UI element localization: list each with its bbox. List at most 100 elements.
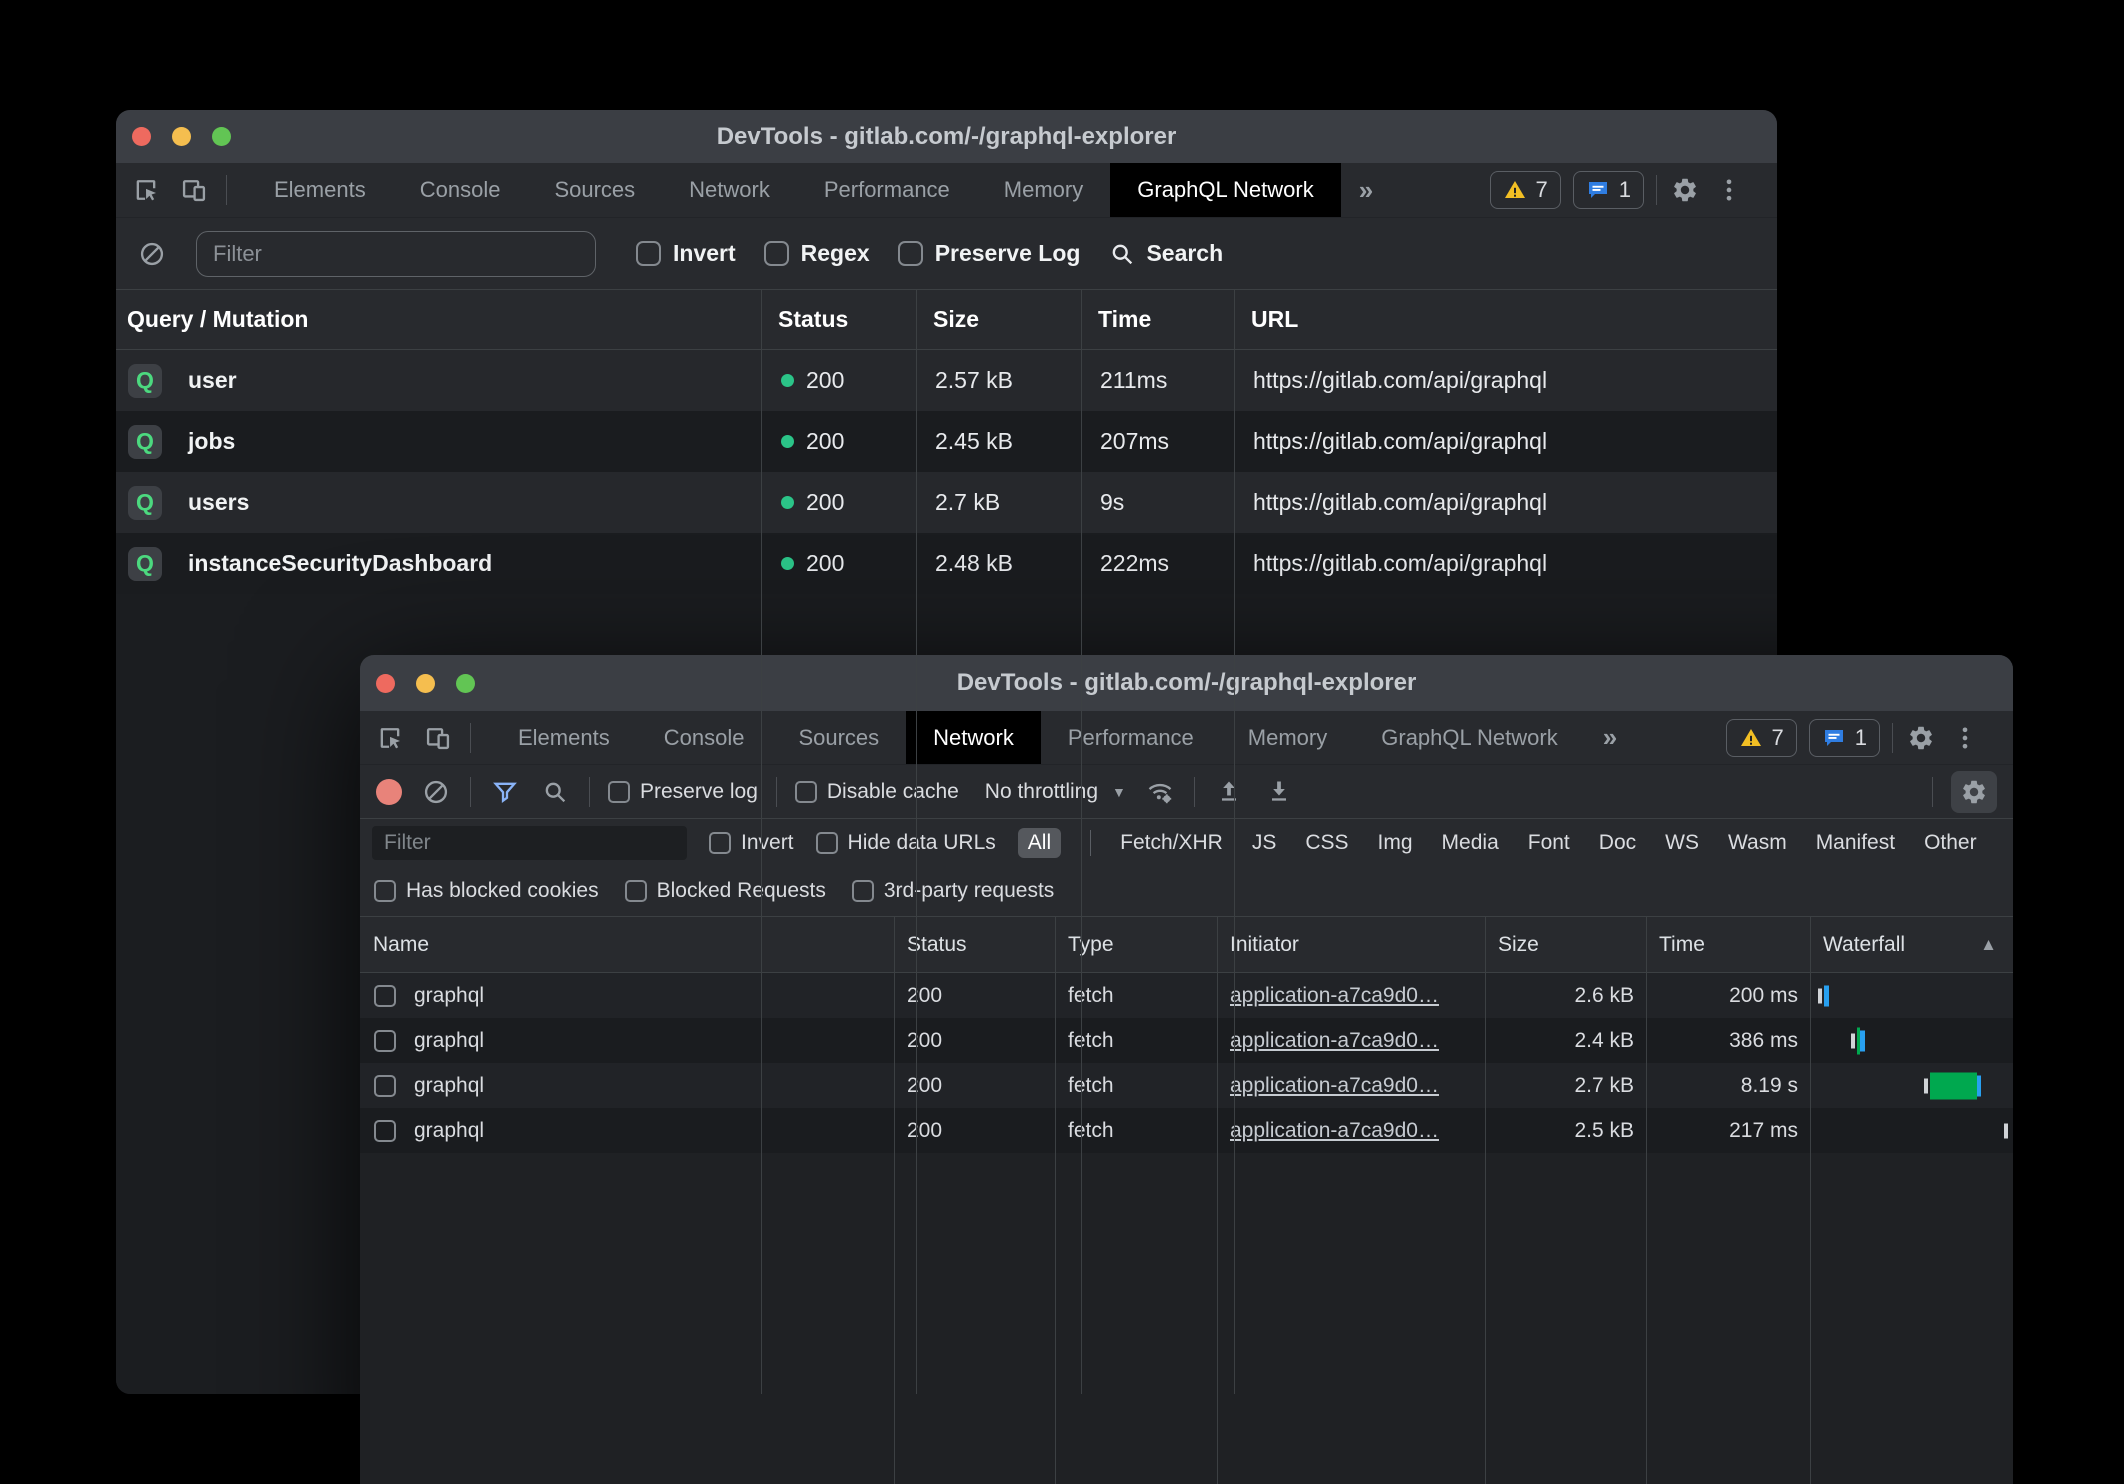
row-checkbox[interactable] <box>374 1030 396 1052</box>
chip-other[interactable]: Other <box>1924 831 1977 855</box>
more-tabs-icon[interactable]: » <box>1341 163 1391 217</box>
chip-ws[interactable]: WS <box>1665 831 1699 855</box>
settings-gear-icon[interactable] <box>1669 174 1701 206</box>
search-button[interactable]: Search <box>1108 240 1223 268</box>
tab-graphql-network[interactable]: GraphQL Network <box>1110 163 1340 217</box>
initiator-link[interactable]: application-a7ca9d0… <box>1217 1074 1485 1098</box>
tab-performance[interactable]: Performance <box>1041 711 1221 764</box>
filter-input[interactable] <box>372 826 687 860</box>
tab-memory[interactable]: Memory <box>977 163 1110 217</box>
table-row[interactable]: Qjobs 200 2.45 kB 207ms https://gitlab.c… <box>116 411 1777 472</box>
title-bar[interactable]: DevTools - gitlab.com/-/graphql-explorer <box>360 655 2013 711</box>
chip-all[interactable]: All <box>1018 828 1061 858</box>
initiator-link[interactable]: application-a7ca9d0… <box>1217 1119 1485 1143</box>
column-query-mutation[interactable]: Query / Mutation <box>116 306 761 333</box>
column-status[interactable]: Status <box>894 933 1055 957</box>
tab-console[interactable]: Console <box>637 711 772 764</box>
device-toolbar-icon[interactable] <box>422 722 454 754</box>
initiator-link[interactable]: application-a7ca9d0… <box>1217 1029 1485 1053</box>
third-party-requests-checkbox[interactable] <box>852 880 874 902</box>
invert-checkbox[interactable] <box>636 241 661 266</box>
chip-manifest[interactable]: Manifest <box>1816 831 1895 855</box>
tab-console[interactable]: Console <box>393 163 528 217</box>
table-row[interactable]: QinstanceSecurityDashboard 200 2.48 kB 2… <box>116 533 1777 594</box>
inspect-element-icon[interactable] <box>374 722 406 754</box>
row-checkbox[interactable] <box>374 1120 396 1142</box>
row-checkbox[interactable] <box>374 1075 396 1097</box>
column-type[interactable]: Type <box>1055 933 1217 957</box>
column-status[interactable]: Status <box>761 306 916 333</box>
status-value: 200 <box>894 1119 1055 1143</box>
request-name: graphql <box>414 1029 484 1053</box>
clear-icon[interactable] <box>420 776 452 808</box>
panel-settings-button[interactable] <box>1951 771 1997 813</box>
table-row[interactable]: graphql 200 fetch application-a7ca9d0… 2… <box>360 1108 2013 1153</box>
column-time[interactable]: Time <box>1646 933 1810 957</box>
row-checkbox[interactable] <box>374 985 396 1007</box>
column-time[interactable]: Time <box>1081 306 1234 333</box>
filter-input[interactable] <box>196 231 596 277</box>
messages-badge[interactable]: 1 <box>1809 719 1880 757</box>
column-size[interactable]: Size <box>1485 933 1646 957</box>
chip-img[interactable]: Img <box>1378 831 1413 855</box>
table-row[interactable]: graphql 200 fetch application-a7ca9d0… 2… <box>360 1063 2013 1108</box>
chip-font[interactable]: Font <box>1528 831 1570 855</box>
disable-cache-checkbox[interactable] <box>795 781 817 803</box>
url-value: https://gitlab.com/api/graphql <box>1234 489 1777 516</box>
warnings-badge[interactable]: 7 <box>1726 719 1797 757</box>
tab-elements[interactable]: Elements <box>247 163 393 217</box>
table-row[interactable]: graphql 200 fetch application-a7ca9d0… 2… <box>360 1018 2013 1063</box>
chip-fetch-xhr[interactable]: Fetch/XHR <box>1120 831 1223 855</box>
device-toolbar-icon[interactable] <box>178 174 210 206</box>
kebab-menu-icon[interactable] <box>1713 174 1745 206</box>
tab-performance[interactable]: Performance <box>797 163 977 217</box>
chip-media[interactable]: Media <box>1442 831 1499 855</box>
column-waterfall[interactable]: Waterfall ▲ <box>1810 933 2013 957</box>
column-name[interactable]: Name <box>360 933 894 957</box>
tab-sources[interactable]: Sources <box>771 711 906 764</box>
chip-doc[interactable]: Doc <box>1599 831 1636 855</box>
network-conditions-icon[interactable] <box>1144 776 1176 808</box>
tab-network[interactable]: Network <box>662 163 797 217</box>
regex-checkbox[interactable] <box>764 241 789 266</box>
tab-memory[interactable]: Memory <box>1221 711 1354 764</box>
messages-badge[interactable]: 1 <box>1573 171 1644 209</box>
clear-icon[interactable] <box>136 238 168 270</box>
tab-elements[interactable]: Elements <box>491 711 637 764</box>
divider <box>226 175 227 205</box>
preserve-log-checkbox[interactable] <box>898 241 923 266</box>
inspect-element-icon[interactable] <box>130 174 162 206</box>
initiator-link[interactable]: application-a7ca9d0… <box>1217 984 1485 1008</box>
hide-data-urls-checkbox[interactable] <box>816 832 838 854</box>
invert-checkbox[interactable] <box>709 832 731 854</box>
tab-network[interactable]: Network <box>906 711 1041 764</box>
search-icon[interactable] <box>539 776 571 808</box>
has-blocked-cookies-checkbox[interactable] <box>374 880 396 902</box>
chip-wasm[interactable]: Wasm <box>1728 831 1787 855</box>
blocked-requests-checkbox[interactable] <box>625 880 647 902</box>
throttling-dropdown[interactable]: No throttling ▼ <box>985 780 1126 804</box>
table-row[interactable]: graphql 200 fetch application-a7ca9d0… 2… <box>360 973 2013 1018</box>
title-bar[interactable]: DevTools - gitlab.com/-/graphql-explorer <box>116 110 1777 163</box>
column-size[interactable]: Size <box>916 306 1081 333</box>
search-icon <box>1108 240 1136 268</box>
time-value: 386 ms <box>1646 1029 1810 1053</box>
tab-graphql-network[interactable]: GraphQL Network <box>1354 711 1584 764</box>
status-ok-dot <box>781 374 794 387</box>
export-har-icon[interactable] <box>1263 776 1295 808</box>
settings-gear-icon[interactable] <box>1905 722 1937 754</box>
warnings-badge[interactable]: 7 <box>1490 171 1561 209</box>
column-initiator[interactable]: Initiator <box>1217 933 1485 957</box>
tab-sources[interactable]: Sources <box>527 163 662 217</box>
preserve-log-checkbox[interactable] <box>608 781 630 803</box>
import-har-icon[interactable] <box>1213 776 1245 808</box>
chip-js[interactable]: JS <box>1252 831 1277 855</box>
kebab-menu-icon[interactable] <box>1949 722 1981 754</box>
table-row[interactable]: Qusers 200 2.7 kB 9s https://gitlab.com/… <box>116 472 1777 533</box>
filter-funnel-icon[interactable] <box>489 776 521 808</box>
chip-css[interactable]: CSS <box>1305 831 1348 855</box>
more-tabs-icon[interactable]: » <box>1585 711 1635 764</box>
table-row[interactable]: Quser 200 2.57 kB 211ms https://gitlab.c… <box>116 350 1777 411</box>
record-icon[interactable] <box>376 779 402 805</box>
column-url[interactable]: URL <box>1234 306 1777 333</box>
